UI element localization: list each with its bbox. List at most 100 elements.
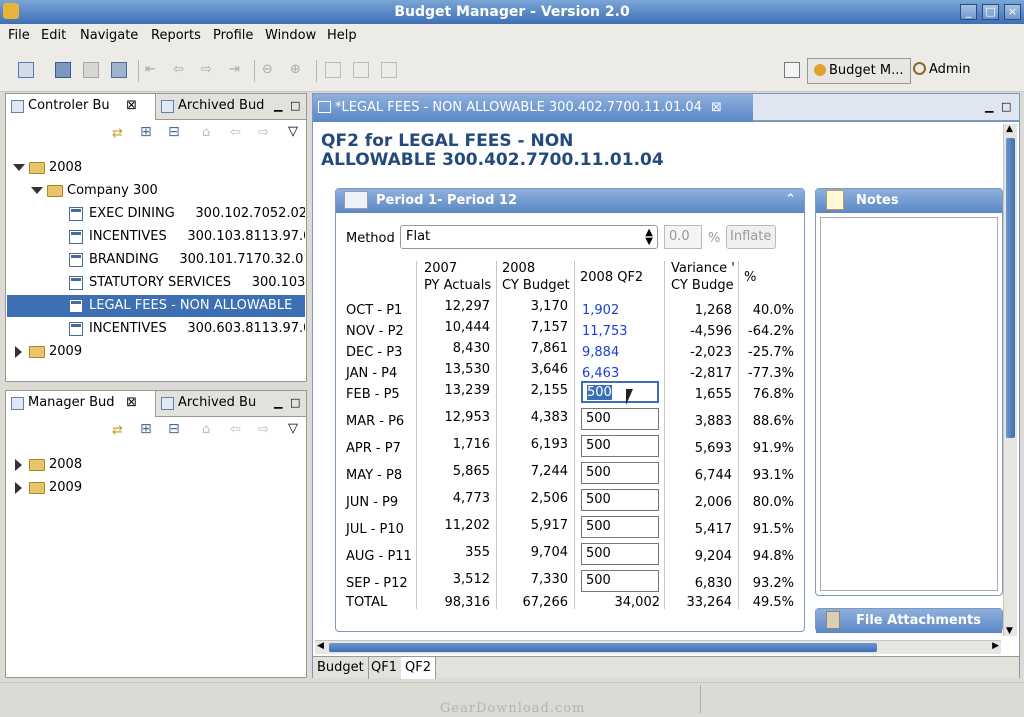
period-label: AUG - P11 [346,549,412,564]
qf2-input[interactable]: 500 [581,543,659,565]
sync-icon[interactable]: ⇄ [112,126,123,141]
notes-textarea[interactable] [820,217,998,591]
tab-controller-budget[interactable]: Controler Bu ⊠ [6,94,156,120]
editor-tab-legal-fees[interactable]: *LEGAL FEES - NON ALLOWABLE 300.402.7700… [313,94,753,122]
tree-node-label: 2008 [49,457,83,472]
tree-folder-node[interactable]: 2009 [7,341,305,363]
qf2-input[interactable]: 500 [581,381,659,403]
close-icon[interactable]: ⊠ [711,100,722,115]
attachments-title: File Attachments [856,613,981,628]
tree-folder-node[interactable]: 2009 [7,477,305,499]
save-icon[interactable] [55,62,71,78]
form-title-line: QF2 for LEGAL FEES - NON [321,131,574,151]
minimize-view-icon[interactable]: ▁ [274,99,282,112]
maximize-view-icon[interactable]: □ [290,99,300,112]
chevron-down-icon[interactable] [13,164,25,171]
menu-navigate[interactable]: Navigate [80,28,138,43]
collapse-section-icon[interactable]: ⌃ [785,192,796,207]
attachments-section-header[interactable]: File Attachments [816,609,1002,633]
forward-icon: ⇨ [258,422,269,437]
expand-all-icon[interactable]: ⊞ [140,421,152,437]
close-icon[interactable]: ⊠ [126,98,137,113]
tree-folder-node[interactable]: 2008 [7,157,305,179]
tree-account-node[interactable]: BRANDING 300.101.7170.32.01.0 [7,249,305,271]
view-menu-icon[interactable]: ▽ [288,124,298,139]
variance-percent: -25.7% [748,345,794,360]
menu-window[interactable]: Window [265,28,316,43]
perspective-label: Budget M... [829,63,904,78]
horizontal-scrollbar[interactable]: ◀ ▶ [315,640,1001,654]
expand-all-icon[interactable]: ⊞ [140,124,152,140]
perspective-admin[interactable]: Admin [907,58,976,84]
minimize-icon[interactable]: _ [960,4,977,20]
back-icon: ⇦ [230,422,241,437]
scroll-down-icon[interactable]: ▼ [1006,626,1013,636]
period-section-header[interactable]: Period 1- Period 12 ⌃ [336,189,804,213]
menu-help[interactable]: Help [327,28,357,43]
tree-folder-node[interactable]: 2008 [7,454,305,476]
close-icon[interactable]: × [1004,4,1021,20]
chevron-right-icon[interactable] [15,482,22,494]
tab-manager-budget[interactable]: Manager Bud ⊠ [6,391,156,417]
chevron-right-icon[interactable] [15,459,22,471]
minimize-editor-icon[interactable]: ▁ [985,100,993,113]
vertical-scroll-thumb[interactable] [1006,138,1015,438]
tab-archived-budget[interactable]: Archived Bu [156,391,268,417]
period-section: Period 1- Period 12 ⌃ Method Flat ▲ ▼ 0.0… [335,188,805,632]
tab-budget[interactable]: Budget [313,657,369,679]
menu-edit[interactable]: Edit [41,28,66,43]
tree-node-label: STATUTORY SERVICES 300.103.77 [89,275,305,290]
view-menu-icon[interactable]: ▽ [288,421,298,436]
tab-qf1[interactable]: QF1 [367,657,402,679]
menu-reports[interactable]: Reports [151,28,201,43]
variance-percent: 88.6% [752,414,794,429]
menu-profile[interactable]: Profile [213,28,253,43]
tree-account-node[interactable]: EXEC DINING 300.102.7052.02.0 [7,203,305,225]
qf2-input[interactable]: 500 [581,489,659,511]
collapse-all-icon[interactable]: ⊟ [168,421,180,437]
scroll-up-icon[interactable]: ▲ [1006,124,1013,134]
menu-file[interactable]: File [8,28,30,43]
qf2-input[interactable]: 500 [581,435,659,457]
cy-budget-value: 7,861 [530,341,568,356]
tree-folder-node[interactable]: Company 300 [7,180,305,202]
variance-value: 6,830 [694,576,732,591]
fullpage-icon [381,62,397,78]
perspective-budget-manager[interactable]: Budget M... [807,58,911,84]
zoom-in-icon: ⊕ [290,62,301,77]
open-perspective-icon[interactable] [784,62,800,78]
close-icon[interactable]: ⊠ [126,395,137,410]
notes-section: Notes [815,188,1003,596]
minimize-view-icon[interactable]: ▁ [274,396,282,409]
print-icon[interactable] [111,62,127,78]
qf2-input[interactable]: 500 [581,516,659,538]
qf2-input[interactable]: 500 [581,462,659,484]
attachments-section[interactable]: File Attachments [815,608,1003,633]
tree-account-node[interactable]: STATUTORY SERVICES 300.103.77 [7,272,305,294]
tab-qf2[interactable]: QF2 [401,657,436,679]
maximize-editor-icon[interactable]: □ [1001,100,1011,113]
tree-account-node[interactable]: INCENTIVES 300.603.8113.97.01 [7,318,305,340]
folder-icon [47,185,63,197]
tree-account-node[interactable]: LEGAL FEES - NON ALLOWABLE 3 [7,295,305,317]
method-select[interactable]: Flat ▲ ▼ [400,225,658,249]
folder-icon [29,459,45,471]
new-icon[interactable] [18,62,34,78]
maximize-view-icon[interactable]: □ [290,396,300,409]
variance-value: 5,693 [694,441,732,456]
qf2-input[interactable]: 500 [581,570,659,592]
chevron-down-icon[interactable] [31,187,43,194]
horizontal-scroll-thumb[interactable] [329,643,877,652]
qf2-input[interactable]: 500 [581,408,659,430]
sync-icon[interactable]: ⇄ [112,423,123,438]
maximize-icon[interactable]: □ [982,4,999,20]
tree-view-icon [11,397,24,410]
vertical-scrollbar[interactable]: ▲ ▼ [1003,124,1017,636]
archive-icon [161,100,174,113]
collapse-all-icon[interactable]: ⊟ [168,124,180,140]
chevron-right-icon[interactable] [15,346,22,358]
scroll-right-icon[interactable]: ▶ [992,641,999,651]
scroll-left-icon[interactable]: ◀ [317,641,324,651]
tree-account-node[interactable]: INCENTIVES 300.103.8113.97.01 [7,226,305,248]
tab-archived-budget[interactable]: Archived Bud [156,94,268,120]
